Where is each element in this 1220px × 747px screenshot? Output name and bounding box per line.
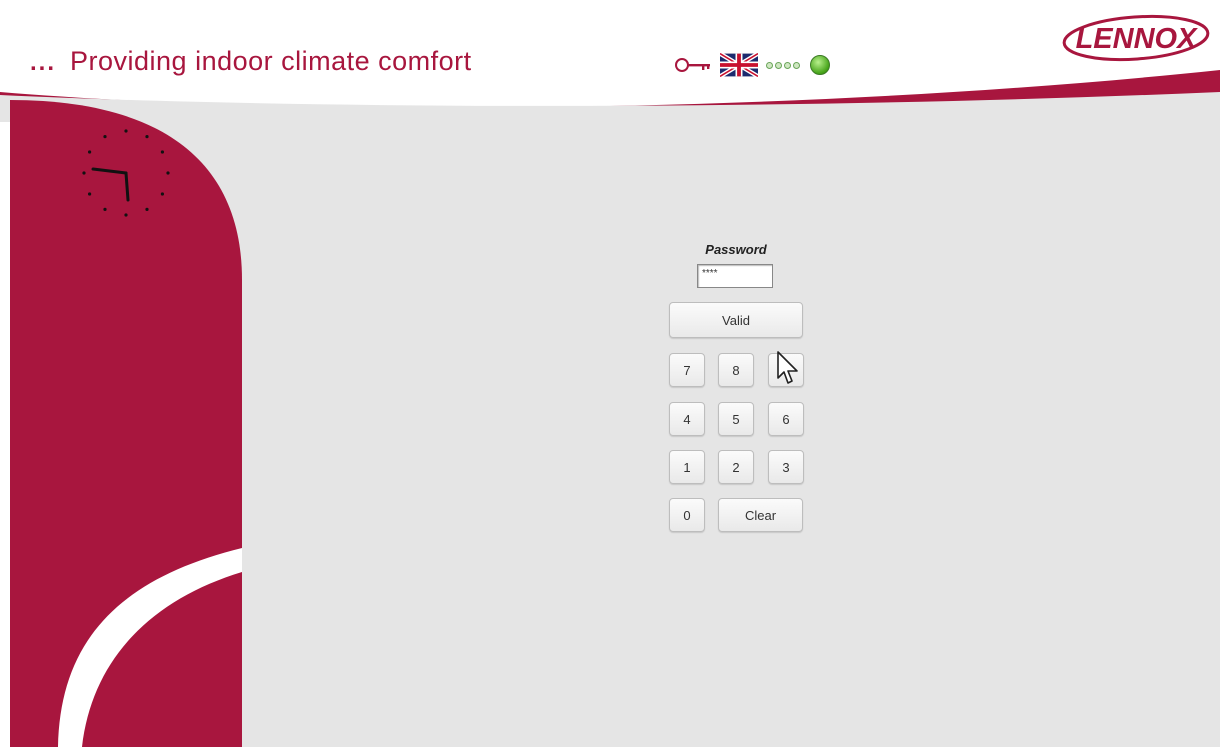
lennox-logo: LENNOX bbox=[1062, 14, 1210, 62]
key-3-button[interactable]: 3 bbox=[768, 450, 804, 484]
svg-text:LENNOX: LENNOX bbox=[1076, 23, 1199, 55]
clock-icon bbox=[82, 129, 170, 217]
password-field[interactable]: **** bbox=[697, 264, 773, 288]
key-8-button[interactable]: 8 bbox=[718, 353, 754, 387]
mouse-pointer-icon bbox=[777, 351, 798, 384]
key-1-button[interactable]: 1 bbox=[669, 450, 705, 484]
clear-button[interactable]: Clear bbox=[718, 498, 803, 532]
key-4-button[interactable]: 4 bbox=[669, 402, 705, 436]
key-6-button[interactable]: 6 bbox=[768, 402, 804, 436]
key-0-button[interactable]: 0 bbox=[669, 498, 705, 532]
password-label: Password bbox=[705, 242, 767, 257]
key-5-button[interactable]: 5 bbox=[718, 402, 754, 436]
valid-button[interactable]: Valid bbox=[669, 302, 803, 338]
key-2-button[interactable]: 2 bbox=[718, 450, 754, 484]
key-7-button[interactable]: 7 bbox=[669, 353, 705, 387]
